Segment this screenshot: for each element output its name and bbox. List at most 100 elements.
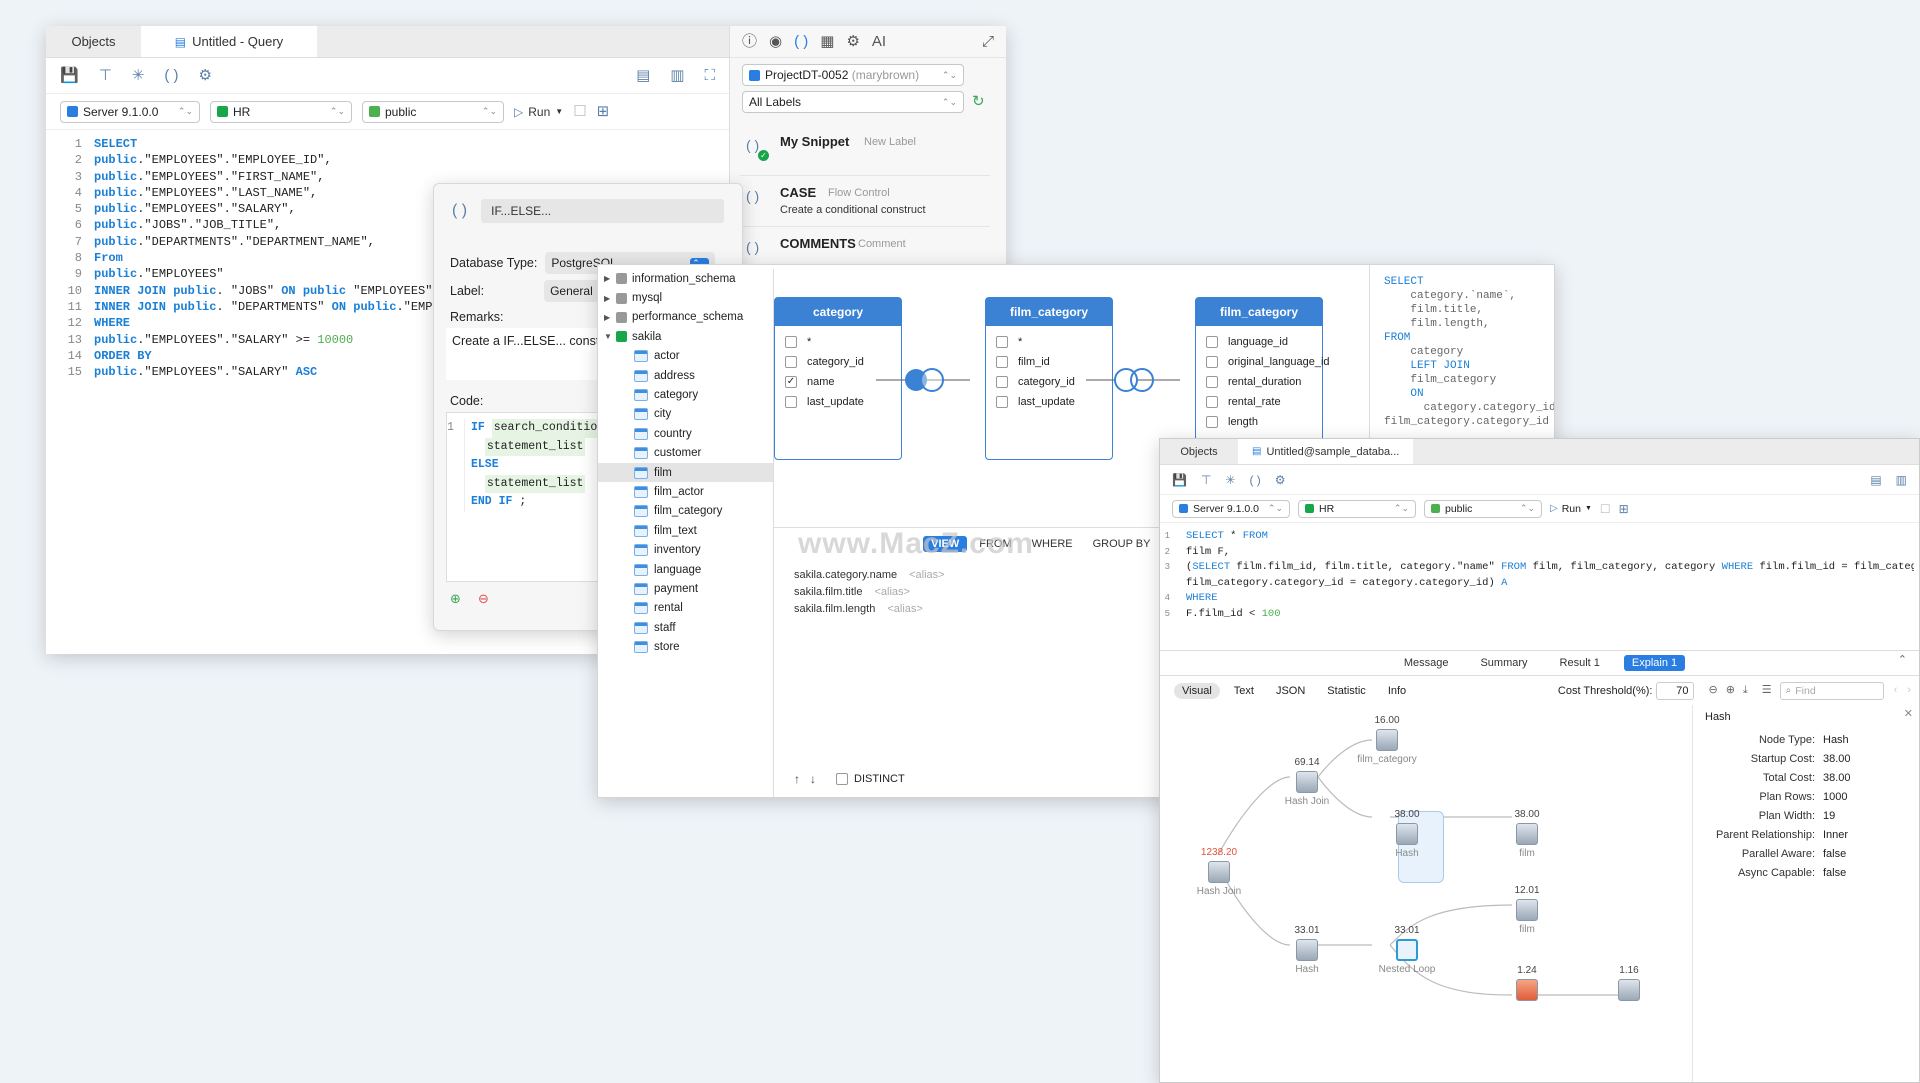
download-icon[interactable]: ⤓: [1743, 685, 1748, 696]
label-select[interactable]: General: [544, 280, 605, 302]
result-tab[interactable]: Explain 1: [1623, 654, 1686, 671]
fullscreen-icon[interactable]: ⛶: [704, 68, 715, 83]
explain-icon[interactable]: ⚙: [199, 68, 212, 83]
labels-select[interactable]: All Labels ⌃⌄: [742, 91, 964, 113]
layout-columns-icon[interactable]: ▥: [670, 68, 684, 83]
tab-objects[interactable]: Objects: [46, 26, 141, 57]
table-node[interactable]: payment: [598, 579, 773, 598]
project-select[interactable]: ProjectDT-0052 (marybrown) ⌃⌄: [742, 64, 964, 86]
result-tab[interactable]: Message: [1396, 655, 1457, 671]
table-node[interactable]: customer: [598, 444, 773, 463]
remove-placeholder-icon[interactable]: ⊖: [478, 592, 489, 605]
run-button[interactable]: ▷ Run ▼: [514, 105, 563, 119]
tab-objects-2[interactable]: Objects: [1160, 439, 1238, 464]
table-node[interactable]: film_category: [598, 502, 773, 521]
snippet-item[interactable]: ( ) ✓ My Snippet New Label: [740, 126, 990, 176]
plan-node[interactable]: 16.00 film_category: [1342, 715, 1432, 765]
zoom-in-icon[interactable]: ⊕: [1726, 685, 1735, 696]
view-tab[interactable]: JSON: [1268, 683, 1313, 699]
table-node[interactable]: film_actor: [598, 482, 773, 501]
distinct-checkbox[interactable]: [836, 773, 848, 785]
database-select[interactable]: HR ⌃⌄: [210, 100, 352, 123]
refresh-icon[interactable]: ↻: [972, 94, 985, 109]
table-node[interactable]: film: [598, 462, 773, 483]
snippet-icon[interactable]: ( ): [794, 34, 808, 49]
save-icon[interactable]: 💾: [60, 68, 79, 83]
field-alias[interactable]: <alias>: [909, 569, 944, 586]
ai-icon[interactable]: AI: [872, 34, 886, 49]
table-icon[interactable]: ▦: [820, 34, 834, 49]
expand-arrow-icon[interactable]: ▶: [604, 313, 616, 322]
next-icon[interactable]: ›: [1907, 685, 1911, 696]
table-node[interactable]: category: [598, 385, 773, 404]
explain-icon-2[interactable]: ⚙: [1275, 474, 1286, 486]
beautify-icon[interactable]: ✳: [132, 68, 145, 83]
schema-select-2[interactable]: public ⌃⌄: [1424, 499, 1542, 518]
result-tab[interactable]: Result 1: [1552, 655, 1608, 671]
table-node[interactable]: address: [598, 366, 773, 385]
tab-untitled-sample[interactable]: ▤ Untitled@sample_databa...: [1238, 439, 1414, 464]
beautify-icon-2[interactable]: ✳: [1225, 474, 1235, 486]
schema-node[interactable]: ▼ sakila: [598, 327, 773, 346]
table-node[interactable]: rental: [598, 599, 773, 618]
schema-node[interactable]: ▶ information_schema: [598, 269, 773, 288]
expand-arrow-icon[interactable]: ▼: [604, 332, 616, 341]
expand-arrow-icon[interactable]: ▶: [604, 294, 616, 303]
server-select[interactable]: Server 9.1.0.0 ⌃⌄: [60, 100, 200, 123]
sql-editor-2[interactable]: 1 SELECT * FROM 2 film F, 3(SELECT film.film…: [1164, 529, 1914, 639]
field-alias[interactable]: <alias>: [887, 603, 922, 620]
table-node[interactable]: film_text: [598, 521, 773, 540]
plan-node[interactable]: 1.24: [1482, 965, 1572, 1004]
result-tab[interactable]: Summary: [1472, 655, 1535, 671]
save-icon-2[interactable]: 💾: [1172, 474, 1187, 486]
table-node[interactable]: store: [598, 637, 773, 656]
stop-icon-2[interactable]: ☐: [1600, 503, 1611, 515]
table-node[interactable]: staff: [598, 618, 773, 637]
table-node[interactable]: actor: [598, 347, 773, 366]
format-icon[interactable]: ⊤: [99, 68, 112, 83]
view-tab[interactable]: Statistic: [1319, 683, 1374, 699]
plan-node[interactable]: 33.01 Hash: [1262, 925, 1352, 975]
expand-arrow-icon[interactable]: ▶: [604, 274, 616, 283]
table-node[interactable]: country: [598, 424, 773, 443]
database-select-2[interactable]: HR ⌃⌄: [1298, 499, 1416, 518]
snippet-item[interactable]: ( ) CASE Flow Control Create a conditional …: [740, 177, 990, 227]
view-tab[interactable]: Text: [1226, 683, 1262, 699]
join-indicator-1b[interactable]: [920, 368, 944, 392]
table-node[interactable]: inventory: [598, 540, 773, 559]
prev-icon[interactable]: ‹: [1894, 685, 1898, 696]
preview-icon[interactable]: ◉: [769, 34, 782, 49]
layout-columns-icon-2[interactable]: ▥: [1896, 474, 1907, 486]
schema-node[interactable]: ▶ performance_schema: [598, 308, 773, 327]
table-node[interactable]: language: [598, 560, 773, 579]
plan-node[interactable]: 12.01 film: [1482, 885, 1572, 935]
code-wrap-icon-2[interactable]: ( ): [1249, 474, 1260, 486]
close-icon[interactable]: ✕: [1904, 709, 1913, 720]
schema-select[interactable]: public ⌃⌄: [362, 100, 504, 123]
settings-icon[interactable]: ⚙: [846, 34, 859, 49]
format-icon-2[interactable]: ⊤: [1201, 474, 1211, 486]
visual-explain-icon[interactable]: ⊞: [597, 104, 610, 119]
tab-untitled-query[interactable]: ▤ Untitled - Query: [141, 26, 317, 57]
plan-node[interactable]: 1238.20 Hash Join: [1174, 847, 1264, 897]
table-node[interactable]: city: [598, 405, 773, 424]
plan-node[interactable]: 33.01 Nested Loop: [1362, 925, 1452, 975]
layout-rows-icon[interactable]: ▤: [636, 68, 650, 83]
move-up-icon[interactable]: ↑: [794, 773, 800, 785]
run-button-2[interactable]: ▷ Run ▼: [1550, 503, 1592, 515]
plan-node[interactable]: 69.14 Hash Join: [1262, 757, 1352, 807]
view-tab[interactable]: Visual: [1174, 682, 1220, 699]
sql-editor[interactable]: 1 SELECT 2 public ."EMPLOYEES"."EMPLOYEE_ID"…: [64, 136, 484, 396]
layout-rows-icon-2[interactable]: ▤: [1870, 474, 1881, 486]
server-select-2[interactable]: Server 9.1.0.0 ⌃⌄: [1172, 499, 1290, 518]
plan-node[interactable]: 1.16: [1584, 965, 1674, 1004]
zoom-out-icon[interactable]: ⊖: [1708, 685, 1717, 696]
code-wrap-icon[interactable]: ( ): [164, 68, 178, 83]
find-input[interactable]: ⌕ Find: [1779, 681, 1884, 700]
collapse-icon[interactable]: ⌃: [1898, 655, 1907, 666]
expand-icon[interactable]: ⤢: [982, 34, 994, 49]
add-placeholder-icon[interactable]: ⊕: [450, 592, 461, 605]
info-icon[interactable]: ⓘ: [742, 34, 757, 49]
stop-icon[interactable]: ☐: [573, 104, 586, 119]
field-alias[interactable]: <alias>: [874, 586, 909, 603]
